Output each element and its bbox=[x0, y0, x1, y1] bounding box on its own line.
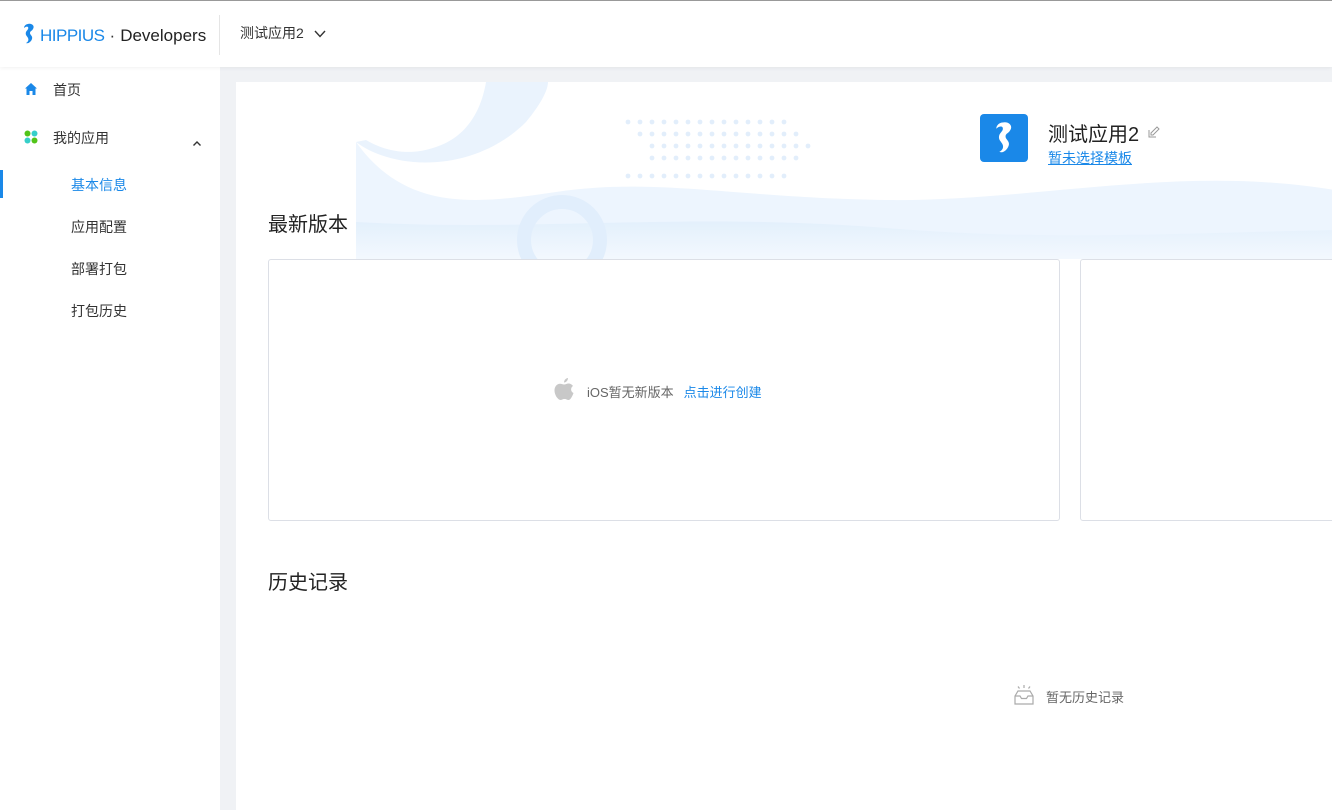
history-empty-state: 暂无历史记录 bbox=[1012, 684, 1124, 709]
sidebar-item-label: 我的应用 bbox=[53, 130, 109, 146]
ios-empty-state: iOS暂无新版本 点击进行创建 bbox=[553, 377, 762, 406]
sidebar-subitem-package-history[interactable]: 打包历史 bbox=[0, 292, 220, 328]
history-title: 历史记录 bbox=[268, 572, 348, 594]
empty-inbox-icon bbox=[1012, 684, 1036, 709]
sidebar-item-my-apps[interactable]: 我的应用 bbox=[0, 118, 220, 158]
main-panel: 测试应用2 暂未选择模板 最新版本 iOS暂无新版本 点击进行创建 历史记录 暂… bbox=[236, 82, 1332, 810]
sidebar-subitem-label: 基本信息 bbox=[71, 177, 127, 193]
android-version-card bbox=[1080, 259, 1332, 521]
ios-empty-message: iOS暂无新版本 bbox=[587, 385, 674, 400]
brand-separator: · bbox=[109, 26, 116, 45]
brand-name: HIPPIUS bbox=[40, 26, 105, 45]
seahorse-logo-icon bbox=[22, 23, 36, 50]
create-ios-version-link[interactable]: 点击进行创建 bbox=[684, 382, 762, 401]
sidebar-subitem-label: 应用配置 bbox=[71, 219, 127, 235]
app-name: 测试应用2 bbox=[1048, 124, 1140, 146]
home-icon bbox=[24, 82, 38, 99]
app-icon bbox=[980, 114, 1028, 162]
seahorse-icon bbox=[996, 122, 1012, 153]
sidebar-subitem-label: 打包历史 bbox=[71, 303, 127, 319]
brand-subtitle: Developers bbox=[120, 26, 207, 45]
history-empty-message: 暂无历史记录 bbox=[1046, 690, 1125, 705]
header-divider bbox=[219, 15, 220, 55]
sidebar-item-home[interactable]: 首页 bbox=[0, 70, 220, 110]
ios-version-card: iOS暂无新版本 点击进行创建 bbox=[268, 259, 1060, 521]
sidebar-subitem-label: 部署打包 bbox=[71, 261, 127, 277]
apps-icon bbox=[24, 130, 38, 147]
latest-version-title: 最新版本 bbox=[268, 214, 348, 236]
chevron-up-icon[interactable] bbox=[192, 134, 202, 150]
sidebar-item-label: 首页 bbox=[53, 82, 81, 98]
top-bar: HIPPIUS · Developers 测试应用2 bbox=[0, 0, 1332, 67]
sidebar-subitem-deploy-package[interactable]: 部署打包 bbox=[0, 250, 220, 286]
sidebar: 首页 我的应用 基本信息 应用配置 部署打包 打包历史 bbox=[0, 67, 220, 810]
current-app-label: 测试应用2 bbox=[240, 25, 304, 41]
logo[interactable]: HIPPIUS · Developers bbox=[22, 23, 206, 49]
sidebar-subitem-basic-info[interactable]: 基本信息 bbox=[0, 166, 220, 202]
edit-icon[interactable] bbox=[1148, 125, 1160, 143]
sidebar-subitem-app-config[interactable]: 应用配置 bbox=[0, 208, 220, 244]
apple-icon bbox=[553, 377, 575, 406]
template-link[interactable]: 暂未选择模板 bbox=[1048, 148, 1132, 168]
chevron-down-icon bbox=[304, 25, 326, 41]
app-switcher[interactable]: 测试应用2 bbox=[240, 23, 326, 43]
